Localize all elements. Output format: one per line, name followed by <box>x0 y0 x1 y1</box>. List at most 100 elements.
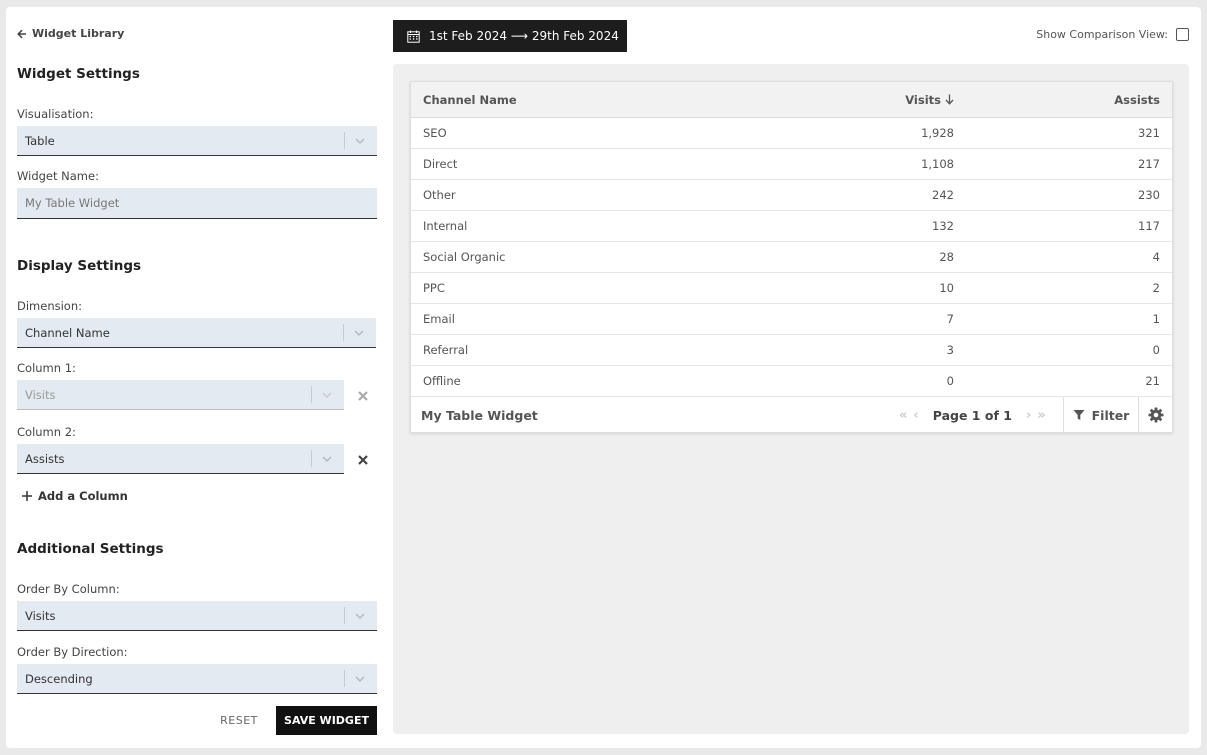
chevron-down-icon <box>355 676 365 682</box>
widget-name-label: Widget Name: <box>17 169 99 183</box>
table-header-row: Channel Name Visits Assists <box>411 82 1172 118</box>
select-separator <box>344 132 345 149</box>
cell-assists: 2 <box>1152 281 1160 295</box>
visualisation-label: Visualisation: <box>17 107 94 121</box>
settings-button[interactable] <box>1138 397 1173 433</box>
widget-settings-heading: Widget Settings <box>17 66 140 82</box>
column-1-select[interactable]: Visits <box>17 380 344 410</box>
column-header-visits-label: Visits <box>905 92 941 107</box>
date-range-button[interactable]: 1st Feb 2024 ⟶ 29th Feb 2024 <box>393 20 627 52</box>
cell-channel-name: Social Organic <box>423 250 506 264</box>
column-header-assists[interactable]: Assists <box>1114 82 1160 117</box>
last-page-icon[interactable]: » <box>1037 408 1045 423</box>
arrow-down-icon <box>945 94 954 105</box>
plus-icon <box>22 491 32 501</box>
chevron-down-icon <box>355 613 365 619</box>
widget-name-placeholder: My Table Widget <box>25 196 120 210</box>
order-by-direction-value: Descending <box>25 671 93 686</box>
column-2-value: Assists <box>25 451 65 466</box>
remove-column-2-icon[interactable] <box>357 454 369 466</box>
table-row: Direct 1,108 217 <box>411 149 1172 180</box>
cell-channel-name: PPC <box>423 281 445 295</box>
previous-page-icon[interactable]: ‹ <box>913 408 918 423</box>
cell-assists: 230 <box>1138 188 1160 202</box>
column-2-label: Column 2: <box>17 425 76 439</box>
chevron-down-icon <box>322 392 332 398</box>
reset-button[interactable]: RESET <box>214 706 264 734</box>
cell-assists: 21 <box>1145 374 1160 388</box>
chevron-down-icon <box>322 456 332 462</box>
select-separator <box>311 450 312 467</box>
widget-footer: My Table Widget « ‹ Page 1 of 1 › » Filt… <box>411 397 1172 433</box>
additional-settings-heading: Additional Settings <box>17 541 164 557</box>
arrow-left-icon <box>17 29 26 38</box>
cell-channel-name: Referral <box>423 343 469 357</box>
cell-visits: 132 <box>932 219 954 233</box>
filter-button[interactable]: Filter <box>1063 397 1138 433</box>
cell-channel-name: Internal <box>423 219 468 233</box>
back-to-widget-library-link[interactable]: Widget Library <box>17 27 124 40</box>
table-row: PPC 10 2 <box>411 273 1172 304</box>
table-row: Social Organic 28 4 <box>411 242 1172 273</box>
calendar-icon <box>407 30 420 43</box>
table-widget: Channel Name Visits Assists SEO 1,928 321 D… <box>410 81 1173 433</box>
cell-visits: 1,928 <box>921 126 954 140</box>
widget-footer-name: My Table Widget <box>421 407 538 423</box>
pagination: « ‹ Page 1 of 1 › » <box>899 408 1046 423</box>
cell-visits: 0 <box>946 374 954 388</box>
save-widget-button[interactable]: SAVE WIDGET <box>276 706 377 735</box>
table-row: Referral 3 0 <box>411 335 1172 366</box>
back-link-label: Widget Library <box>32 27 125 40</box>
display-settings-heading: Display Settings <box>17 258 142 274</box>
next-page-icon[interactable]: › <box>1026 408 1031 423</box>
column-1-label: Column 1: <box>17 361 76 375</box>
cell-visits: 10 <box>939 281 954 295</box>
comparison-view-label: Show Comparison View: <box>1036 28 1168 41</box>
filter-icon <box>1073 410 1085 420</box>
dimension-value: Channel Name <box>25 325 110 340</box>
cell-assists: 0 <box>1152 343 1160 357</box>
column-1-value: Visits <box>25 387 56 402</box>
dimension-select[interactable]: Channel Name <box>17 318 376 348</box>
visualisation-select[interactable]: Table <box>17 126 377 156</box>
filter-label: Filter <box>1091 407 1130 423</box>
cell-channel-name: Other <box>423 188 456 202</box>
table-body: SEO 1,928 321 Direct 1,108 217 Other 242 230 Inte… <box>411 118 1172 397</box>
cell-assists: 321 <box>1138 126 1160 140</box>
widget-name-input[interactable]: My Table Widget <box>17 188 377 219</box>
select-separator <box>344 607 345 624</box>
column-header-channel-name[interactable]: Channel Name <box>423 82 517 117</box>
add-column-button[interactable]: Add a Column <box>21 489 128 503</box>
cell-assists: 1 <box>1152 312 1160 326</box>
first-page-icon[interactable]: « <box>899 408 907 423</box>
page-indicator: Page 1 of 1 <box>932 407 1012 423</box>
cell-assists: 117 <box>1138 219 1160 233</box>
dimension-label: Dimension: <box>17 299 83 313</box>
chevron-down-icon <box>354 330 364 336</box>
gear-icon <box>1148 407 1164 423</box>
cell-visits: 7 <box>946 312 954 326</box>
table-row: Other 242 230 <box>411 180 1172 211</box>
comparison-view-checkbox[interactable] <box>1176 28 1189 41</box>
remove-column-1-icon[interactable] <box>357 390 369 402</box>
cell-channel-name: Offline <box>423 374 461 388</box>
table-row: Offline 0 21 <box>411 366 1172 397</box>
cell-visits: 3 <box>946 343 954 357</box>
select-separator <box>343 324 344 341</box>
select-separator <box>311 386 312 403</box>
cell-assists: 4 <box>1152 250 1160 264</box>
order-by-column-select[interactable]: Visits <box>17 601 377 631</box>
cell-assists: 217 <box>1138 157 1160 171</box>
cell-channel-name: Direct <box>423 157 458 171</box>
add-column-label: Add a Column <box>38 489 128 503</box>
chevron-down-icon <box>355 138 365 144</box>
order-by-direction-select[interactable]: Descending <box>17 664 377 694</box>
cell-visits: 242 <box>932 188 954 202</box>
date-range-label: 1st Feb 2024 ⟶ 29th Feb 2024 <box>429 29 619 43</box>
order-by-column-label: Order By Column: <box>17 582 120 596</box>
column-2-select[interactable]: Assists <box>17 444 344 474</box>
visualisation-value: Table <box>25 133 55 148</box>
column-header-visits[interactable]: Visits <box>905 82 954 117</box>
cell-visits: 28 <box>939 250 954 264</box>
table-row: Internal 132 117 <box>411 211 1172 242</box>
